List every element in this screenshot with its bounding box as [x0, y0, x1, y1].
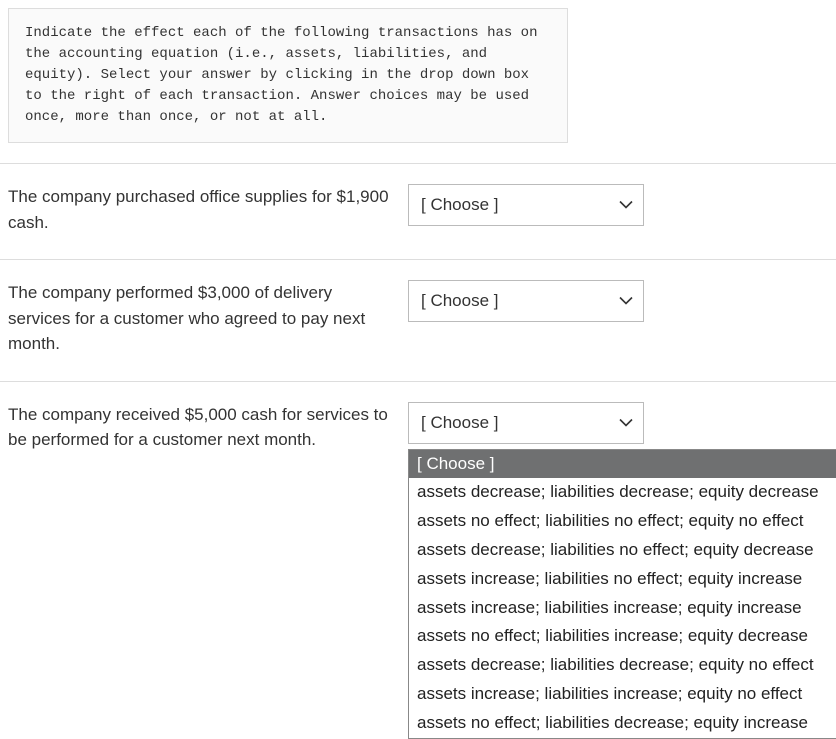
- dropdown-option[interactable]: assets increase; liabilities increase; e…: [409, 594, 836, 623]
- dropdown-option[interactable]: assets decrease; liabilities decrease; e…: [409, 651, 836, 680]
- select-value: [ Choose ]: [421, 291, 499, 311]
- chevron-down-icon: [619, 297, 633, 306]
- transaction-label: The company performed $3,000 of delivery…: [8, 280, 408, 357]
- transaction-label: The company purchased office supplies fo…: [8, 184, 408, 235]
- answer-dropdown-3: [ Choose ] assets decrease; liabilities …: [408, 449, 836, 739]
- answer-select-2[interactable]: [ Choose ]: [408, 280, 644, 322]
- transaction-label: The company received $5,000 cash for ser…: [8, 402, 408, 453]
- chevron-down-icon: [619, 418, 633, 427]
- select-value: [ Choose ]: [421, 413, 499, 433]
- chevron-down-icon: [619, 201, 633, 210]
- question-prompt: Indicate the effect each of the followin…: [8, 8, 568, 143]
- transaction-row-1: The company purchased office supplies fo…: [0, 163, 836, 259]
- dropdown-option[interactable]: assets no effect; liabilities increase; …: [409, 622, 836, 651]
- dropdown-option[interactable]: assets no effect; liabilities decrease; …: [409, 709, 836, 738]
- dropdown-option[interactable]: [ Choose ]: [409, 450, 836, 479]
- dropdown-option[interactable]: assets decrease; liabilities no effect; …: [409, 536, 836, 565]
- dropdown-option[interactable]: assets increase; liabilities increase; e…: [409, 680, 836, 709]
- transaction-row-3: The company received $5,000 cash for ser…: [0, 381, 836, 477]
- transaction-row-2: The company performed $3,000 of delivery…: [0, 259, 836, 381]
- dropdown-option[interactable]: assets decrease; liabilities decrease; e…: [409, 478, 836, 507]
- select-value: [ Choose ]: [421, 195, 499, 215]
- dropdown-option[interactable]: assets no effect; liabilities no effect;…: [409, 507, 836, 536]
- answer-select-1[interactable]: [ Choose ]: [408, 184, 644, 226]
- dropdown-option[interactable]: assets increase; liabilities no effect; …: [409, 565, 836, 594]
- answer-select-3[interactable]: [ Choose ]: [408, 402, 644, 444]
